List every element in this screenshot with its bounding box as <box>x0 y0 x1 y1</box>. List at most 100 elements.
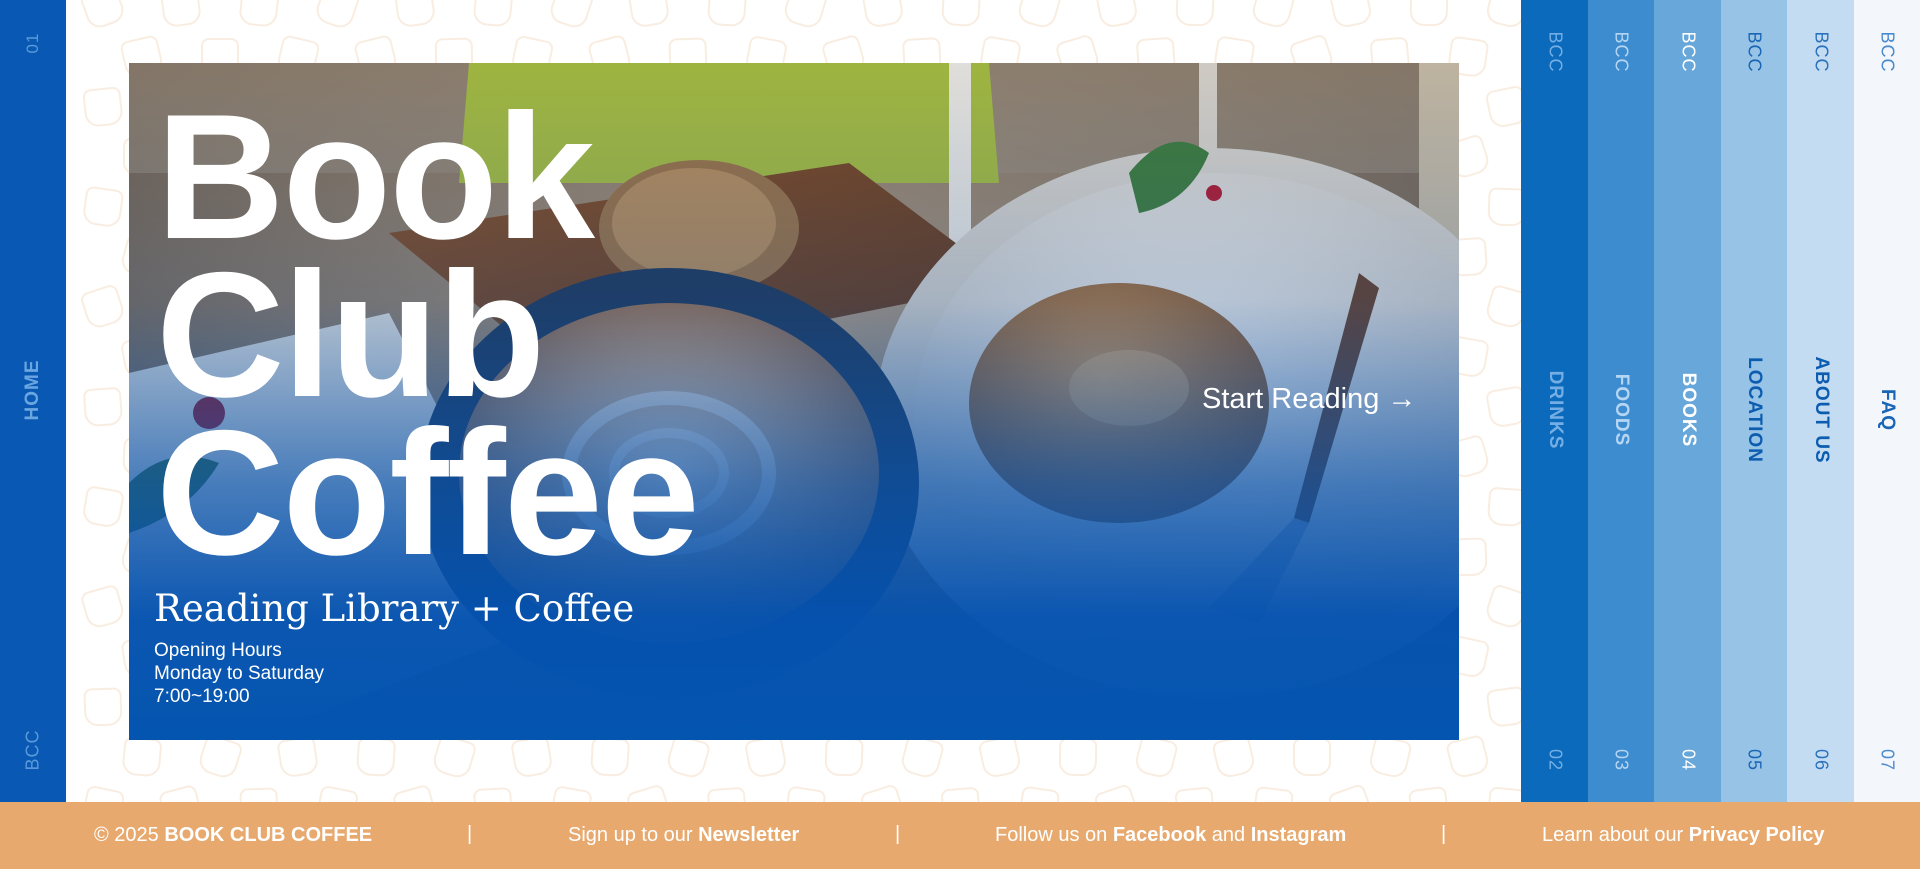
pattern-doodle <box>1483 283 1522 331</box>
nav-number: 03 <box>1611 748 1632 772</box>
pattern-doodle <box>824 737 864 777</box>
pattern-doodle <box>430 733 478 781</box>
pattern-doodle <box>627 0 671 29</box>
pattern-doodle <box>1249 0 1297 31</box>
pattern-doodle <box>121 736 163 778</box>
pattern-doodle <box>1444 733 1492 781</box>
nav-tag: BCC <box>1811 31 1831 73</box>
pattern-doodle <box>472 0 514 28</box>
nav-home[interactable]: 01 HOME BCC <box>0 0 66 802</box>
pattern-doodle <box>80 484 126 530</box>
nav-about-us[interactable]: BCC ABOUT US 06 <box>1787 0 1854 802</box>
pattern-doodle <box>547 0 595 31</box>
pattern-doodle <box>898 733 946 781</box>
nav-tag: BCC <box>1877 31 1898 73</box>
home-tag: BCC <box>22 729 43 771</box>
pattern-doodle <box>1367 734 1413 780</box>
pattern-doodle <box>1407 785 1451 802</box>
pattern-doodle <box>1132 733 1180 781</box>
pattern-doodle <box>239 787 279 802</box>
pattern-doodle <box>1092 782 1142 802</box>
page: 01 HOME BCC Book Club Coffee Reading Lib… <box>0 0 1920 869</box>
pattern-doodle <box>941 0 981 27</box>
nav-foods[interactable]: BCC FOODS 03 <box>1587 0 1655 802</box>
hero-title: Book Club Coffee <box>156 77 700 582</box>
pattern-doodle <box>1328 0 1374 30</box>
pattern-doodle <box>79 583 127 631</box>
pattern-doodle <box>706 786 748 802</box>
pattern-doodle <box>859 783 907 802</box>
pattern-doodle <box>276 735 320 779</box>
newsletter-text: Sign up to our Newsletter <box>568 824 800 846</box>
pattern-doodle <box>625 783 673 802</box>
pattern-doodle <box>1483 0 1522 31</box>
pattern-doodle <box>1487 187 1522 227</box>
footer-separator: | <box>895 823 901 845</box>
pattern-doodle <box>355 736 397 778</box>
pattern-doodle <box>1015 0 1063 31</box>
pattern-doodle <box>391 783 439 802</box>
hero-title-line: Club <box>156 235 545 434</box>
nav-number: 02 <box>1545 748 1565 772</box>
hero-banner: Book Club Coffee Reading Library + Coffe… <box>129 63 1459 740</box>
pattern-doodle <box>1017 785 1061 802</box>
nav-tag: BCC <box>1744 31 1765 73</box>
nav-tag: BCC <box>1678 31 1698 73</box>
privacy-text: Learn about our Privacy Policy <box>1542 824 1825 846</box>
nav-books[interactable]: BCC BOOKS 04 <box>1654 0 1721 802</box>
pattern-doodle <box>1293 738 1331 776</box>
nav-location[interactable]: BCC LOCATION 05 <box>1720 0 1788 802</box>
pattern-doodle <box>1483 583 1522 631</box>
pattern-doodle <box>1485 685 1522 729</box>
nav-label: BOOKS <box>1677 372 1699 448</box>
nav-faq[interactable]: BCC FAQ 07 <box>1853 0 1920 802</box>
pattern-doodle <box>82 86 124 128</box>
nav-tag: BCC <box>1545 31 1565 73</box>
hours-time: 7:00~19:00 <box>154 686 250 707</box>
hero-subtitle: Reading Library + Coffee <box>154 587 635 630</box>
nav-number: 07 <box>1877 748 1898 772</box>
pattern-doodle <box>83 687 123 727</box>
hours-heading: Opening Hours <box>154 640 282 661</box>
pattern-doodle <box>157 783 205 802</box>
pattern-doodle <box>781 0 829 31</box>
opening-hours: Opening Hours Monday to Saturday 7:00~19… <box>154 639 324 708</box>
pattern-doodle <box>196 733 244 781</box>
copyright: © 2025 BOOK CLUB COFFEE <box>94 824 373 846</box>
pattern-doodle <box>312 0 362 32</box>
hours-days: Monday to Saturday <box>154 663 325 684</box>
follow-text: Follow us on Facebook and Instagram <box>995 824 1347 846</box>
nav-number: 04 <box>1678 748 1698 772</box>
pattern-doodle <box>783 785 827 802</box>
start-reading-link[interactable]: Start Reading → <box>1202 383 1416 416</box>
pattern-doodle <box>314 784 360 802</box>
pattern-doodle <box>81 185 125 229</box>
footer-separator: | <box>1441 823 1447 845</box>
footer: © 2025 BOOK CLUB COFFEE | Sign up to our… <box>0 802 1920 869</box>
pattern-doodle <box>1484 84 1522 130</box>
pattern-doodle <box>1486 486 1522 528</box>
pattern-doodle <box>82 386 124 428</box>
hero-title-line: Book <box>156 77 595 276</box>
pattern-doodle <box>1326 782 1376 802</box>
pattern-doodle <box>860 0 906 30</box>
nav-number: 06 <box>1811 748 1831 772</box>
pattern-doodle <box>80 784 126 802</box>
nav-drinks[interactable]: BCC DRINKS 02 <box>1521 0 1588 802</box>
pattern-doodle <box>548 784 594 802</box>
pattern-doodle <box>79 283 127 331</box>
pattern-doodle <box>590 737 630 777</box>
nav-label: DRINKS <box>1544 370 1566 450</box>
pattern-doodle <box>1094 0 1140 30</box>
facebook-link[interactable]: Facebook <box>1113 824 1206 846</box>
privacy-policy-link[interactable]: Privacy Policy <box>1689 824 1825 846</box>
pattern-doodle <box>78 0 128 32</box>
pattern-doodle <box>159 0 203 29</box>
pattern-doodle <box>1211 734 1257 780</box>
nav-label: FOODS <box>1611 373 1632 447</box>
pattern-doodle <box>743 734 789 780</box>
pattern-doodle <box>664 733 712 781</box>
pattern-doodle <box>706 0 748 28</box>
newsletter-link[interactable]: Newsletter <box>698 824 799 846</box>
instagram-link[interactable]: Instagram <box>1251 824 1347 846</box>
